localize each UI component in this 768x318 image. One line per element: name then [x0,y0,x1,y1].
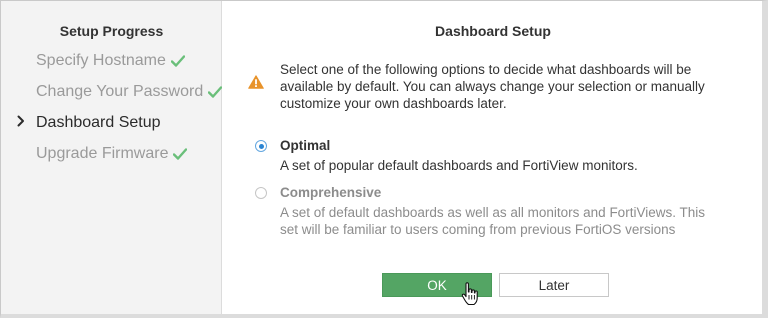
step-label: Specify Hostname [36,52,166,69]
option-title-comprehensive[interactable]: Comprehensive [280,185,381,200]
step-specify-hostname[interactable]: Specify Hostname [36,52,185,70]
checkmark-icon [208,86,223,98]
option-desc-optimal: A set of popular default dashboards and … [280,158,638,173]
option-desc-comprehensive: A set of default dashboards as well as a… [280,205,705,237]
warning-triangle-icon [248,75,264,94]
radio-optimal[interactable] [255,140,267,152]
step-label: Change Your Password [36,83,204,100]
step-dashboard-setup[interactable]: Dashboard Setup [36,114,161,132]
radio-comprehensive[interactable] [255,187,267,199]
page-title: Dashboard Setup [435,23,551,39]
option-title-optimal[interactable]: Optimal [280,138,330,153]
intro-text: Select one of the following options to d… [280,62,705,111]
later-button[interactable]: Later [499,273,609,297]
setup-dialog: Setup Progress Specify Hostname Change Y… [0,0,768,318]
checkmark-icon [173,148,188,160]
dashboard-setup-panel: Dashboard Setup Select one of the follow… [223,1,763,314]
step-label: Dashboard Setup [36,114,161,131]
hand-pointer-icon [461,282,479,311]
chevron-right-icon [17,114,25,132]
checkmark-icon [170,55,185,67]
setup-progress-sidebar: Setup Progress Specify Hostname Change Y… [1,1,223,314]
step-label: Upgrade Firmware [36,145,169,162]
step-upgrade-firmware[interactable]: Upgrade Firmware [36,145,188,163]
sidebar-title: Setup Progress [59,23,164,39]
step-change-password[interactable]: Change Your Password [36,83,223,101]
